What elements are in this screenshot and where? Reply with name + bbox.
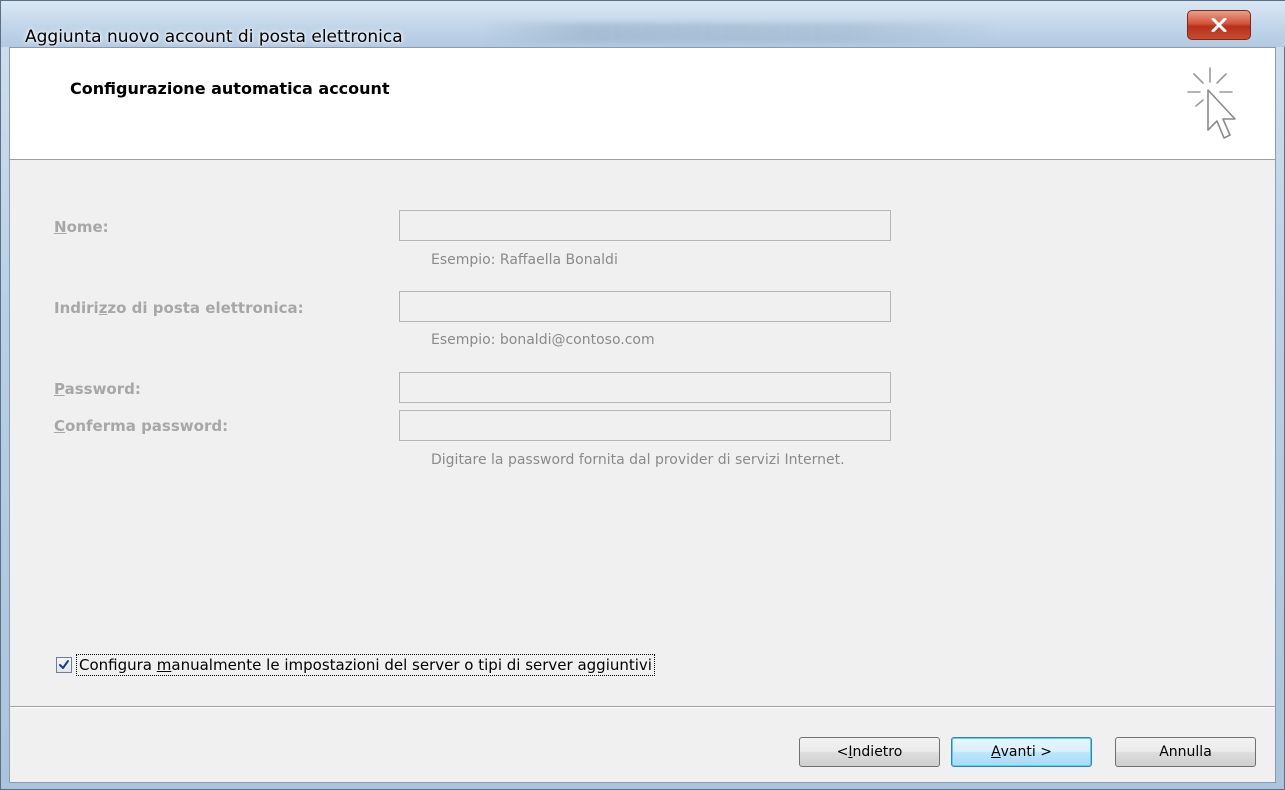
- wizard-header: Configurazione automatica account: [10, 48, 1275, 160]
- manual-config-option[interactable]: Configura manualmente le impostazioni de…: [56, 653, 655, 677]
- confirm-password-input[interactable]: [399, 410, 891, 441]
- dialog-client-area: Configurazione automatica account Nome: …: [9, 47, 1276, 783]
- manual-config-label[interactable]: Configura manualmente le impostazioni de…: [76, 654, 655, 676]
- next-button[interactable]: Avanti >: [951, 737, 1092, 767]
- password-label: Password:: [54, 380, 141, 398]
- window-title: Aggiunta nuovo account di posta elettron…: [25, 27, 403, 47]
- email-hint: Esempio: bonaldi@contoso.com: [431, 332, 655, 348]
- back-button[interactable]: < Indietro: [799, 737, 940, 767]
- password-input[interactable]: [399, 372, 891, 403]
- manual-config-checkbox[interactable]: [56, 657, 72, 673]
- title-bar[interactable]: Aggiunta nuovo account di posta elettron…: [1, 1, 1285, 47]
- dialog-window: Aggiunta nuovo account di posta elettron…: [0, 0, 1285, 790]
- password-hint: Digitare la password fornita dal provide…: [431, 452, 845, 468]
- email-label: Indirizzo di posta elettronica:: [54, 299, 304, 317]
- close-icon: [1211, 18, 1227, 32]
- confirm-password-label: Conferma password:: [54, 417, 229, 435]
- cancel-button[interactable]: Annulla: [1115, 737, 1256, 767]
- cursor-click-icon: [1187, 67, 1236, 139]
- name-label: Nome:: [54, 218, 109, 236]
- name-input[interactable]: [399, 210, 891, 241]
- checkmark-icon: [59, 660, 69, 669]
- page-title: Configurazione automatica account: [70, 79, 390, 98]
- footer-separator: [10, 706, 1275, 708]
- title-bar-glass: [481, 23, 1001, 43]
- name-hint: Esempio: Raffaella Bonaldi: [431, 252, 618, 268]
- email-input[interactable]: [399, 291, 891, 322]
- close-button[interactable]: [1187, 10, 1251, 40]
